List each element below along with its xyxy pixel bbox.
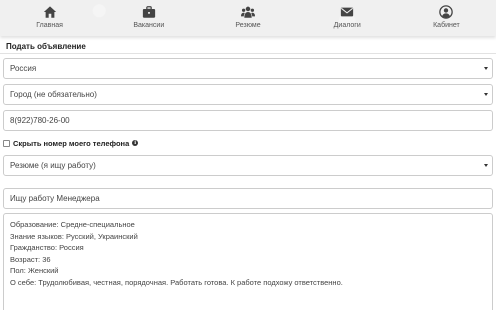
phone-input[interactable]: 8(922)780-26-00 (3, 110, 493, 131)
user-circle-icon (439, 5, 454, 19)
nav-item-home[interactable]: Главная (0, 0, 99, 36)
hide-phone-row: Скрыть номер моего телефона i (3, 137, 139, 149)
city-select[interactable]: Город (не обязательно) (3, 84, 493, 105)
ad-type-select-value: Резюме (я ищу работу) (10, 161, 96, 170)
nav-item-resume[interactable]: Резюме (198, 0, 297, 36)
description-line: Гражданство: Россия (10, 243, 84, 253)
caret-down-icon (484, 93, 488, 96)
description-line: Образование: Средне-специальное (10, 220, 135, 229)
description-line: Возраст: 36 (10, 254, 51, 264)
envelope-icon (341, 7, 354, 17)
country-select-value: Россия (10, 64, 37, 73)
nav-label-resume: Резюме (235, 22, 261, 29)
city-select-value: Город (не обязательно) (10, 90, 97, 99)
caret-down-icon (484, 164, 488, 167)
info-icon[interactable]: i (132, 140, 139, 146)
phone-input-value: 8(922)780-26-00 (10, 116, 70, 125)
hide-phone-label[interactable]: Скрыть номер моего телефона (13, 139, 129, 148)
description-line: Пол: Женский (10, 266, 59, 276)
nav-label-dialogs: Диалоги (333, 22, 361, 29)
headline-input[interactable]: Ищу работу Менеджера (3, 188, 493, 209)
top-navigation: Главная Вакансии Резюме Диалоги Кабинет (0, 0, 496, 36)
ad-type-select[interactable]: Резюме (я ищу работу) (3, 155, 493, 176)
page-title: Подать объявление (6, 42, 86, 51)
briefcase-icon (142, 6, 155, 18)
nav-label-home: Главная (36, 22, 63, 29)
description-line: О себе: Трудолюбивая, честная, порядочна… (10, 277, 343, 287)
home-icon (43, 6, 56, 18)
nav-item-vacancies[interactable]: Вакансии (99, 0, 198, 36)
headline-input-value: Ищу работу Менеджера (10, 194, 100, 203)
country-select[interactable]: Россия (3, 58, 493, 79)
description-line: Знание языков: Русский, Украинский (10, 231, 138, 241)
users-icon (241, 6, 255, 18)
nav-label-cabinet: Кабинет (433, 22, 460, 29)
nav-item-cabinet[interactable]: Кабинет (397, 0, 496, 36)
nav-item-dialogs[interactable]: Диалоги (298, 0, 397, 36)
caret-down-icon (484, 67, 488, 70)
hide-phone-checkbox[interactable] (3, 139, 10, 147)
description-textarea[interactable]: Образование: Средне-специальное Знание я… (3, 213, 493, 310)
nav-label-vacancies: Вакансии (133, 22, 165, 29)
divider (0, 53, 496, 54)
